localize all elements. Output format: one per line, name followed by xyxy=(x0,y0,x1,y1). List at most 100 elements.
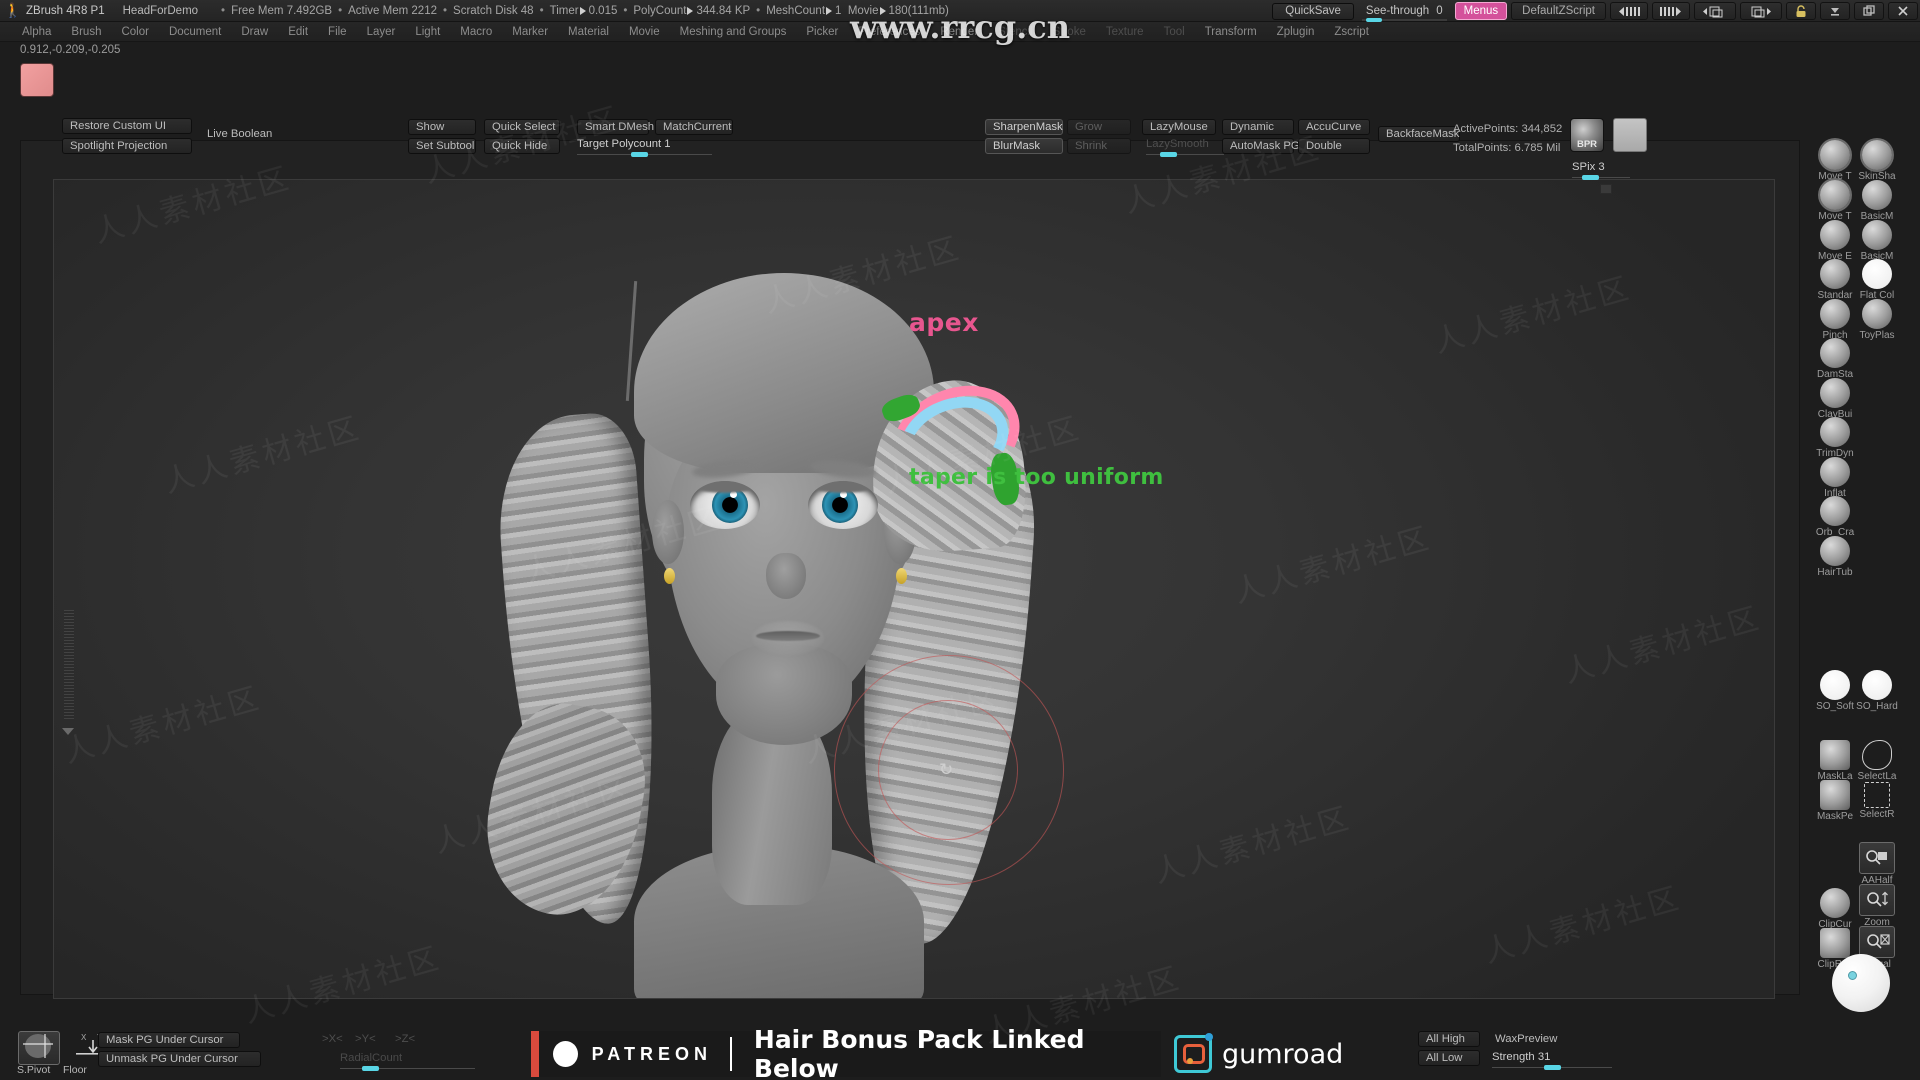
maximize-button[interactable] xyxy=(1854,2,1884,20)
menu-item-brush[interactable]: Brush xyxy=(61,22,111,42)
default-zscript-button[interactable]: DefaultZScript xyxy=(1511,2,1606,20)
select-rect[interactable]: SelectR xyxy=(1852,780,1902,820)
target-polycount-slider[interactable]: Target Polycount 1 xyxy=(577,138,712,157)
next-subtool-button[interactable] xyxy=(1740,2,1782,20)
all-low-button[interactable]: All Low xyxy=(1418,1050,1480,1066)
strength-knob[interactable] xyxy=(1544,1065,1561,1070)
gumroad-banner[interactable]: gumroad xyxy=(1174,1031,1343,1077)
material-flatcolor[interactable]: Flat Col xyxy=(1852,259,1902,301)
stroke-so-hard[interactable]: SO_Hard xyxy=(1852,670,1902,712)
strength-slider[interactable]: Strength 31 xyxy=(1492,1051,1612,1070)
select-lasso[interactable]: SelectLa xyxy=(1852,740,1902,782)
brush-hairtube[interactable]: HairTub xyxy=(1810,536,1860,578)
dynamic-button[interactable]: Dynamic xyxy=(1222,119,1294,135)
menu-item-zscript[interactable]: Zscript xyxy=(1324,22,1379,42)
menu-item-alpha[interactable]: Alpha xyxy=(12,22,61,42)
viewport-left-scroll-arrow-icon[interactable] xyxy=(62,728,74,735)
brush-damstandard[interactable]: DamSta xyxy=(1810,338,1860,380)
menu-item-material[interactable]: Material xyxy=(558,22,619,42)
unmask-pg-under-cursor-button[interactable]: Unmask PG Under Cursor xyxy=(98,1051,261,1067)
s-pivot-button[interactable] xyxy=(18,1031,60,1065)
set-subtool-button[interactable]: Set Subtool xyxy=(408,138,476,154)
spotlight-projection-button[interactable]: Spotlight Projection xyxy=(62,138,192,154)
menu-item-texture[interactable]: Texture xyxy=(1096,22,1154,42)
close-button[interactable] xyxy=(1888,2,1918,20)
menu-item-macro[interactable]: Macro xyxy=(450,22,502,42)
automask-pg-button[interactable]: AutoMask PG xyxy=(1222,138,1300,154)
material-preview-swatch[interactable] xyxy=(1613,118,1647,152)
menu-item-file[interactable]: File xyxy=(318,22,357,42)
menu-item-tool[interactable]: Tool xyxy=(1154,22,1195,42)
menu-item-marker[interactable]: Marker xyxy=(502,22,558,42)
all-high-button[interactable]: All High xyxy=(1418,1031,1480,1047)
viewport[interactable]: apex taper is too uniform ↻ xyxy=(53,179,1775,999)
menu-item-transform[interactable]: Transform xyxy=(1195,22,1267,42)
menu-item-draw[interactable]: Draw xyxy=(231,22,278,42)
radial-count-knob[interactable] xyxy=(362,1066,379,1071)
live-boolean-button[interactable]: Live Boolean xyxy=(207,128,272,140)
material-basicmaterial-a[interactable]: BasicM xyxy=(1852,180,1902,222)
match-current-button[interactable]: MatchCurrent xyxy=(655,119,733,135)
next-item-button[interactable] xyxy=(1652,2,1690,20)
lazy-smooth-label: LazySmooth xyxy=(1146,138,1209,150)
blur-mask-button[interactable]: BlurMask xyxy=(985,138,1063,154)
restore-custom-ui-button[interactable]: Restore Custom UI xyxy=(62,118,192,134)
wax-preview-button[interactable]: WaxPreview xyxy=(1495,1033,1557,1045)
light-position-handle[interactable] xyxy=(1848,971,1857,980)
shelf-expand-handle[interactable] xyxy=(1600,184,1612,194)
material-basicmaterial-b[interactable]: BasicM xyxy=(1852,220,1902,262)
see-through-knob[interactable] xyxy=(1365,17,1382,22)
brush-inflate[interactable]: Inflat xyxy=(1810,457,1860,499)
axis-y-label[interactable]: >Y< xyxy=(355,1033,376,1045)
menus-toggle-button[interactable]: Menus xyxy=(1454,2,1508,20)
backface-mask-button[interactable]: BackfaceMask xyxy=(1378,126,1460,142)
material-thumb-icon xyxy=(1862,259,1892,289)
material-skinshade[interactable]: SkinSha xyxy=(1852,140,1902,182)
s-pivot-label: S.Pivot xyxy=(17,1064,51,1076)
brush-claybuildup[interactable]: ClayBui xyxy=(1810,378,1860,420)
spix-knob[interactable] xyxy=(1582,175,1599,180)
target-polycount-knob[interactable] xyxy=(631,152,648,157)
prev-item-button[interactable] xyxy=(1610,2,1648,20)
view-zoom-button[interactable]: Zoom xyxy=(1852,884,1902,928)
patreon-banner[interactable]: PATREON Hair Bonus Pack Linked Below xyxy=(531,1025,1161,1080)
prev-subtool-button[interactable] xyxy=(1694,2,1736,20)
light-placement-sphere[interactable] xyxy=(1832,954,1890,1012)
stat-polycount-label: PolyCount xyxy=(633,4,687,17)
menu-item-picker[interactable]: Picker xyxy=(796,22,848,42)
see-through-slider[interactable]: See-through 0 xyxy=(1358,3,1451,22)
double-button[interactable]: Double xyxy=(1298,138,1370,154)
menu-item-edit[interactable]: Edit xyxy=(278,22,318,42)
axis-z-label[interactable]: >Z< xyxy=(395,1033,415,1045)
show-button[interactable]: Show xyxy=(408,119,476,135)
sharpen-mask-button[interactable]: SharpenMask xyxy=(985,119,1063,135)
bpr-render-button[interactable]: BPR xyxy=(1570,118,1604,152)
menu-item-color[interactable]: Color xyxy=(111,22,158,42)
menu-item-layer[interactable]: Layer xyxy=(357,22,406,42)
minimize-button[interactable] xyxy=(1820,2,1850,20)
canvas-frame: apex taper is too uniform ↻ xyxy=(20,140,1800,999)
menu-item-zplugin[interactable]: Zplugin xyxy=(1267,22,1325,42)
brush-orb-cracks[interactable]: Orb_Cra xyxy=(1810,496,1860,538)
menu-item-document[interactable]: Document xyxy=(159,22,231,42)
axis-x-label[interactable]: >X< xyxy=(322,1033,343,1045)
view-aahalf-button[interactable]: AAHalf xyxy=(1852,842,1902,886)
quick-hide-button[interactable]: Quick Hide xyxy=(484,138,560,154)
mask-pg-under-cursor-button[interactable]: Mask PG Under Cursor xyxy=(98,1032,240,1048)
smart-dmesh-button[interactable]: Smart DMesh xyxy=(577,119,654,135)
menu-item-movie[interactable]: Movie xyxy=(619,22,670,42)
lock-icon[interactable] xyxy=(1786,2,1816,20)
radial-count-slider[interactable]: RadialCount xyxy=(340,1052,475,1071)
sculpt-model[interactable] xyxy=(472,273,1244,998)
viewport-left-scroll-strip[interactable] xyxy=(64,610,74,720)
menu-item-light[interactable]: Light xyxy=(405,22,450,42)
brush-trimdynamic[interactable]: TrimDyn xyxy=(1810,417,1860,459)
quick-select-button[interactable]: Quick Select xyxy=(484,119,560,135)
accucurve-button[interactable]: AccuCurve xyxy=(1298,119,1370,135)
lazy-mouse-button[interactable]: LazyMouse xyxy=(1142,119,1216,135)
spix-slider[interactable]: SPix 3 xyxy=(1572,161,1630,180)
material-toyplastic[interactable]: ToyPlas xyxy=(1852,299,1902,341)
quicksave-button[interactable]: QuickSave xyxy=(1272,2,1354,20)
current-color-swatch[interactable] xyxy=(20,63,54,97)
menu-item-meshing-groups[interactable]: Meshing and Groups xyxy=(670,22,797,42)
